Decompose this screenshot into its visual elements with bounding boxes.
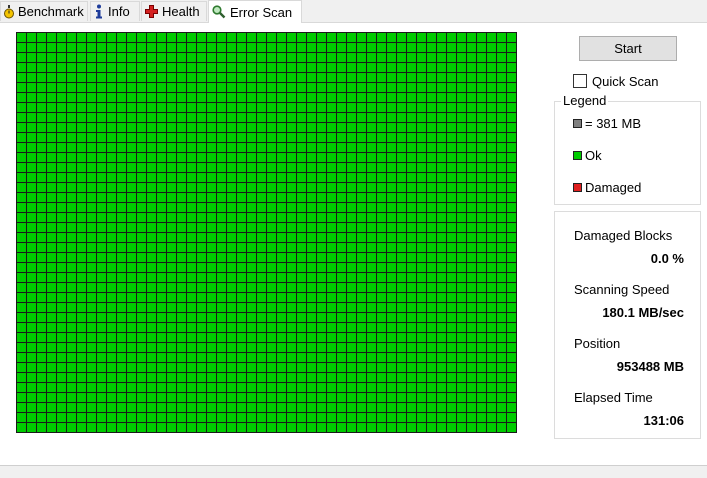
tab-benchmark-label: Benchmark: [18, 4, 84, 19]
quick-scan-checkbox-box[interactable]: [573, 74, 587, 88]
tab-info-label: Info: [108, 4, 130, 19]
magnifier-icon: [212, 5, 226, 19]
damaged-blocks-label: Damaged Blocks: [574, 228, 673, 243]
tab-bar: Benchmark Info Health Error Scan: [0, 0, 707, 23]
scan-block-grid: [16, 32, 517, 433]
position-label: Position: [574, 336, 621, 351]
damaged-swatch: [573, 183, 582, 192]
legend-title: Legend: [561, 93, 609, 108]
tab-error-scan[interactable]: Error Scan: [208, 0, 302, 23]
status-strip: [0, 465, 707, 478]
stopwatch-icon: [4, 4, 14, 18]
position-value: 953488 MB: [616, 359, 684, 374]
block-size-swatch: [573, 119, 582, 128]
elapsed-time-label: Elapsed Time: [574, 390, 653, 405]
info-icon: [96, 4, 102, 19]
tab-health[interactable]: Health: [141, 1, 207, 21]
legend-item-ok-label: Ok: [585, 148, 602, 163]
scanning-speed-label: Scanning Speed: [574, 282, 670, 297]
start-button[interactable]: Start: [579, 36, 677, 61]
legend-item-damaged: Damaged: [573, 180, 641, 195]
legend-item-damaged-label: Damaged: [585, 180, 642, 195]
health-cross-icon: [145, 5, 158, 18]
legend-item-ok: Ok: [573, 148, 602, 163]
tab-info[interactable]: Info: [90, 1, 140, 21]
tab-benchmark[interactable]: Benchmark: [0, 1, 88, 21]
tab-health-label: Health: [162, 4, 200, 19]
scanning-speed-value: 180.1 MB/sec: [602, 305, 684, 320]
damaged-blocks-value: 0.0 %: [650, 251, 684, 266]
ok-swatch: [573, 151, 582, 160]
quick-scan-label: Quick Scan: [592, 73, 659, 89]
legend-item-block-size-label: = 381 MB: [585, 116, 642, 131]
quick-scan-checkbox[interactable]: Quick Scan: [573, 73, 658, 89]
elapsed-time-value: 131:06: [643, 413, 684, 428]
tab-error-scan-label: Error Scan: [230, 4, 293, 20]
legend-item-block-size: = 381 MB: [573, 116, 641, 131]
